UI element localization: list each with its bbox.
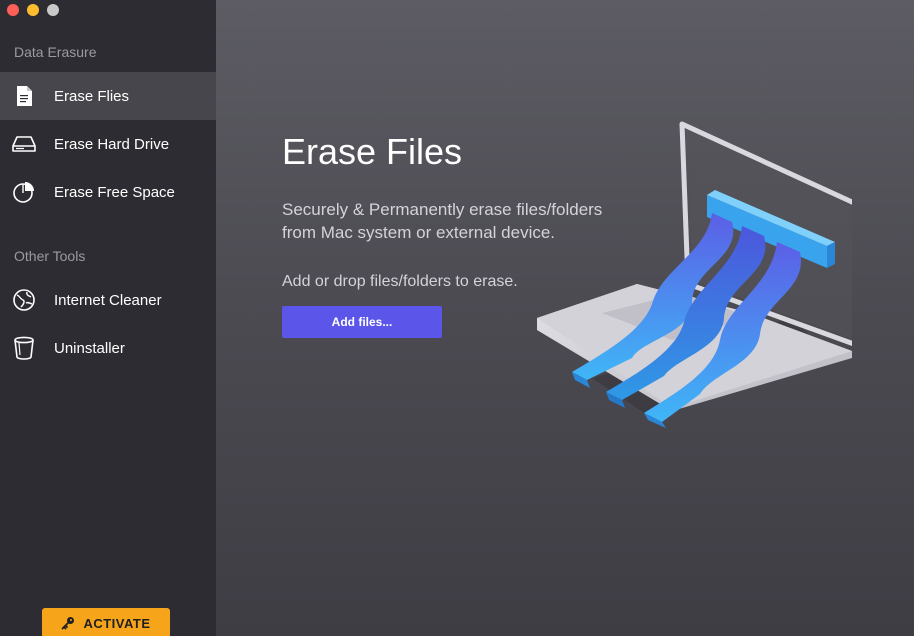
page-title: Erase Files xyxy=(282,131,463,172)
window-controls xyxy=(7,4,59,16)
sidebar-item-label: Internet Cleaner xyxy=(54,291,162,309)
section-label-data-erasure: Data Erasure xyxy=(14,44,97,60)
zoom-window-button[interactable] xyxy=(47,4,59,16)
sidebar-item-label: Erase Free Space xyxy=(54,183,175,201)
main-panel: Erase Files Securely & Permanently erase… xyxy=(216,0,914,636)
minimize-window-button[interactable] xyxy=(27,4,39,16)
sidebar-item-label: Uninstaller xyxy=(54,339,125,357)
activate-label: ACTIVATE xyxy=(83,615,151,631)
document-icon xyxy=(11,83,37,109)
sidebar-item-erase-files[interactable]: Erase Flies xyxy=(0,72,216,120)
section-label-other-tools: Other Tools xyxy=(14,248,86,264)
add-files-button[interactable]: Add files... xyxy=(282,306,442,338)
app-window: Data Erasure Erase Flies Erase Hard Driv… xyxy=(0,0,914,636)
sidebar: Data Erasure Erase Flies Erase Hard Driv… xyxy=(0,0,216,636)
hard-drive-icon xyxy=(11,131,37,157)
sidebar-item-internet-cleaner[interactable]: Internet Cleaner xyxy=(0,276,216,324)
sidebar-item-erase-hard-drive[interactable]: Erase Hard Drive xyxy=(0,120,216,168)
pie-chart-icon xyxy=(11,179,37,205)
sidebar-item-label: Erase Hard Drive xyxy=(54,135,170,153)
trash-icon xyxy=(11,335,37,361)
close-window-button[interactable] xyxy=(7,4,19,16)
activate-button[interactable]: ACTIVATE xyxy=(42,608,170,636)
laptop-shredder-illustration xyxy=(537,121,852,428)
sidebar-item-erase-free-space[interactable]: Erase Free Space xyxy=(0,168,216,216)
globe-icon xyxy=(11,287,37,313)
drop-hint: Add or drop files/folders to erase. xyxy=(282,273,518,290)
sidebar-item-uninstaller[interactable]: Uninstaller xyxy=(0,324,216,372)
sidebar-item-label: Erase Flies xyxy=(54,87,130,105)
key-icon xyxy=(61,616,75,630)
